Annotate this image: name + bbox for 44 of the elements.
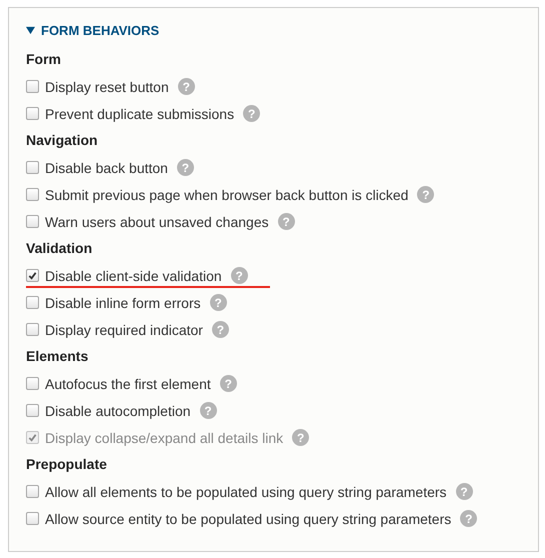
help-icon[interactable]: ? bbox=[417, 186, 434, 203]
checkbox[interactable] bbox=[26, 404, 39, 417]
checkbox[interactable] bbox=[26, 161, 39, 174]
group-heading: Prepopulate bbox=[26, 455, 108, 474]
group-heading: Validation bbox=[26, 239, 94, 258]
help-icon[interactable]: ? bbox=[220, 375, 237, 392]
checkbox-label[interactable]: Disable client-side validation bbox=[45, 268, 222, 284]
help-icon[interactable]: ? bbox=[243, 105, 260, 122]
checkbox-label[interactable]: Display required indicator bbox=[45, 322, 203, 338]
help-icon[interactable]: ? bbox=[210, 294, 227, 311]
checkbox-label[interactable]: Submit previous page when browser back button is clicked bbox=[45, 186, 408, 202]
checkbox[interactable] bbox=[26, 296, 39, 309]
help-icon[interactable]: ? bbox=[212, 321, 229, 338]
checkbox[interactable] bbox=[26, 512, 39, 525]
checkbox[interactable] bbox=[26, 215, 39, 228]
help-icon[interactable]: ? bbox=[456, 483, 473, 500]
checkbox-label[interactable]: Allow all elements to be populated using query string parameters bbox=[45, 484, 447, 500]
checkbox[interactable] bbox=[26, 107, 39, 120]
checkbox-label[interactable]: Warn users about unsaved changes bbox=[45, 214, 269, 230]
checkbox-label[interactable]: Disable autocompletion bbox=[45, 402, 191, 418]
checkbox[interactable] bbox=[26, 80, 39, 93]
panel-title: FORM BEHAVIORS bbox=[41, 22, 160, 38]
help-icon[interactable]: ? bbox=[278, 213, 295, 230]
caret-icon bbox=[26, 26, 35, 34]
group-heading: Elements bbox=[26, 347, 90, 366]
help-icon[interactable]: ? bbox=[230, 267, 248, 284]
checkbox-label[interactable]: Autofocus the first element bbox=[45, 376, 211, 392]
checkbox[interactable] bbox=[26, 377, 39, 390]
help-icon[interactable]: ? bbox=[460, 510, 478, 527]
checkbox[interactable] bbox=[26, 485, 39, 498]
group-heading: Form bbox=[26, 50, 62, 69]
checkbox[interactable] bbox=[26, 269, 39, 282]
checkbox[interactable] bbox=[26, 188, 39, 201]
help-icon[interactable]: ? bbox=[176, 159, 194, 176]
checkbox-label[interactable]: Disable back button bbox=[45, 160, 168, 176]
checkbox-label[interactable]: Allow source entity to be populated using query string parameters bbox=[45, 510, 452, 526]
group-heading: Navigation bbox=[26, 131, 99, 150]
checkbox[interactable] bbox=[26, 323, 39, 336]
checkbox-label[interactable]: Disable inline form errors bbox=[45, 294, 201, 310]
checkbox-label[interactable]: Display reset button bbox=[45, 78, 169, 94]
checkbox-label[interactable]: Prevent duplicate submissions bbox=[45, 106, 234, 122]
help-icon[interactable]: ? bbox=[200, 402, 217, 419]
panel-summary[interactable]: FORM BEHAVIORS bbox=[26, 20, 522, 40]
help-icon[interactable]: ? bbox=[178, 78, 195, 95]
